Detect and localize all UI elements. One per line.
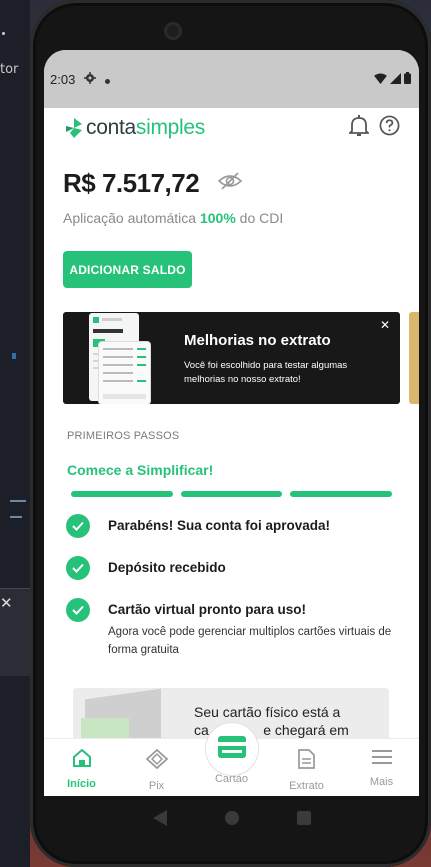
check-icon: [66, 514, 90, 538]
status-bar: 2:03: [44, 50, 419, 108]
desktop-side-text: tor: [0, 62, 19, 77]
banner-title: Melhorias no extrato: [184, 332, 331, 349]
statement-icon: [298, 749, 315, 774]
progress-segment: [71, 491, 173, 497]
help-icon[interactable]: [379, 115, 400, 141]
yield-percent: 100%: [199, 210, 236, 226]
status-time: 2:03: [50, 71, 76, 87]
nav-label: Extrato: [289, 780, 324, 792]
yield-text: Aplicação automática 100% do CDI: [63, 210, 419, 226]
android-navigation-bar: [44, 796, 419, 844]
step-title: Parabéns! Sua conta foi aprovada!: [108, 518, 331, 533]
battery-icon: [404, 71, 411, 87]
bottom-navigation: Início Pix Cartão Extrato Mais: [44, 723, 419, 796]
signal-icon: [390, 72, 401, 87]
banner-close-icon[interactable]: ✕: [380, 318, 390, 332]
desktop-divider: [10, 500, 26, 502]
phone-screen: 2:03 contasimples R$ 7.517,72 Aplicação …: [44, 50, 419, 796]
step-description: Agora você pode gerenciar multiplos cart…: [108, 626, 392, 656]
step-item: Parabéns! Sua conta foi aprovada!: [44, 514, 419, 538]
step-item: Depósito recebido: [44, 556, 419, 580]
bell-icon[interactable]: [347, 114, 371, 142]
card-fab-button[interactable]: [206, 723, 258, 775]
desktop-divider: [10, 516, 22, 518]
contasimples-logo: contasimples: [66, 116, 205, 140]
logo-mark-icon: [66, 118, 82, 138]
card-promo-line1: Seu cartão físico está a: [194, 704, 341, 720]
nav-label: Mais: [369, 776, 394, 788]
banner-carousel[interactable]: Melhorias no extrato Você foi escolhido …: [44, 312, 419, 404]
phone-frame: 2:03 contasimples R$ 7.517,72 Aplicação …: [30, 0, 431, 867]
desktop-marker: [12, 353, 16, 359]
desktop-dot: [2, 32, 5, 35]
banner-description: Você foi escolhido para testar algumas m…: [184, 360, 348, 385]
card-icon: [218, 735, 246, 763]
onboarding-progress: [71, 491, 393, 497]
balance-row: R$ 7.517,72: [63, 168, 419, 198]
wifi-icon: [374, 72, 387, 87]
nav-label: Início: [67, 778, 96, 790]
nav-item-extrato[interactable]: Extrato: [269, 739, 344, 796]
home-icon: [72, 748, 92, 772]
logo-text-simples: simples: [135, 116, 205, 139]
balance-amount: R$ 7.517,72: [63, 167, 200, 198]
gear-icon: [84, 71, 97, 87]
home-button-icon[interactable]: [224, 810, 240, 831]
step-item: Cartão virtual pronto para uso! Agora vo…: [44, 598, 419, 659]
progress-segment: [290, 491, 393, 497]
camera-icon: [164, 22, 182, 40]
section-label-first-steps: PRIMEIROS PASSOS: [67, 430, 180, 442]
yield-suffix: do CDI: [235, 210, 284, 226]
desktop-close-icon[interactable]: ✕: [0, 594, 13, 612]
onboarding-steps: Parabéns! Sua conta foi aprovada! Depósi…: [44, 514, 419, 659]
banner-statement-illustration: [99, 342, 150, 404]
back-icon[interactable]: [152, 809, 167, 831]
app-header: contasimples: [44, 108, 419, 148]
next-banner-peek[interactable]: [409, 312, 419, 404]
nav-item-mais[interactable]: Mais: [344, 739, 419, 796]
nav-item-pix[interactable]: Pix: [119, 739, 194, 796]
onboarding-title: Comece a Simplificar!: [67, 462, 214, 478]
progress-segment: [180, 491, 283, 497]
check-icon: [66, 598, 90, 622]
nav-label: Pix: [148, 780, 165, 792]
nav-item-inicio[interactable]: Início: [44, 739, 119, 796]
recents-icon[interactable]: [296, 810, 311, 830]
menu-icon: [371, 749, 392, 770]
statement-improvements-banner[interactable]: Melhorias no extrato Você foi escolhido …: [63, 312, 400, 404]
step-title: Cartão virtual pronto para uso!: [108, 602, 307, 617]
check-icon: [66, 556, 90, 580]
logo-text-conta: conta: [86, 116, 136, 139]
pix-icon: [145, 748, 168, 774]
add-balance-button[interactable]: ADICIONAR SALDO: [63, 251, 192, 288]
step-title: Depósito recebido: [108, 560, 226, 575]
desktop-background-strip: [0, 0, 30, 867]
dot-icon: [105, 72, 111, 87]
eye-slash-icon[interactable]: [217, 171, 243, 196]
yield-prefix: Aplicação automática: [63, 210, 200, 226]
